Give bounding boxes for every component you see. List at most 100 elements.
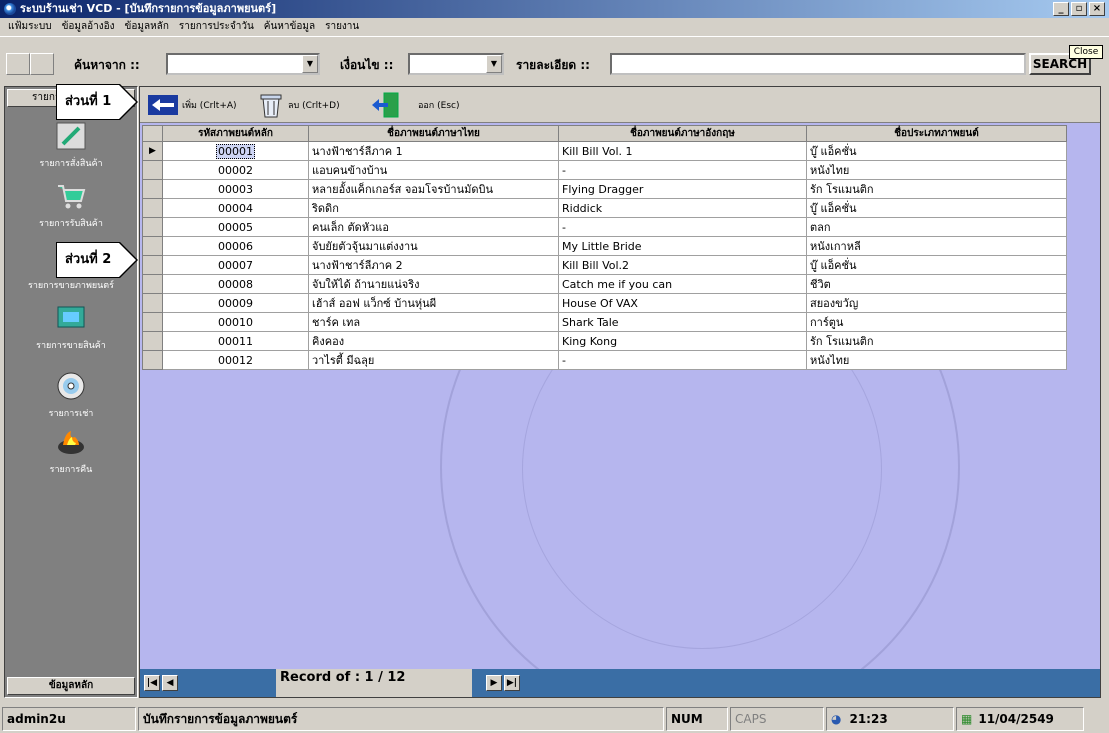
chevron-down-icon[interactable]: ▼ bbox=[302, 55, 318, 73]
row-selector[interactable] bbox=[142, 198, 163, 218]
cell-code[interactable]: 00008 bbox=[162, 274, 309, 294]
restore-button[interactable]: ▫ bbox=[1071, 2, 1087, 16]
cell-code[interactable]: 00010 bbox=[162, 312, 309, 332]
cell-eng[interactable]: Catch me if you can bbox=[558, 274, 807, 294]
menu-daily[interactable]: รายการประจำวัน bbox=[179, 18, 254, 36]
row-selector[interactable] bbox=[142, 312, 163, 332]
cell-type[interactable]: รัก โรแมนติก bbox=[806, 331, 1067, 351]
exit-button[interactable]: ออก (Esc) bbox=[370, 92, 459, 118]
cell-type[interactable]: บู๊ แอ็คชั่น bbox=[806, 198, 1067, 218]
toolbar-button-2[interactable] bbox=[30, 53, 54, 75]
row-selector[interactable] bbox=[142, 217, 163, 237]
cell-thai[interactable]: คนเล็ก ตัดหัวแอ bbox=[308, 217, 559, 237]
close-button[interactable]: × bbox=[1089, 2, 1105, 16]
add-button[interactable]: เพิ่ม (Crlt+A) bbox=[148, 93, 237, 117]
cell-thai[interactable]: นางฟ้าชาร์ลีภาค 1 bbox=[308, 141, 559, 161]
menu-search[interactable]: ค้นหาข้อมูล bbox=[264, 18, 315, 36]
cell-eng[interactable]: - bbox=[558, 217, 807, 237]
cell-code[interactable]: 00001 bbox=[216, 143, 255, 159]
cell-type[interactable]: บู๊ แอ็คชั่น bbox=[806, 255, 1067, 275]
cell-code[interactable]: 00009 bbox=[162, 293, 309, 313]
cell-thai[interactable]: ชาร์ค เทล bbox=[308, 312, 559, 332]
row-selector[interactable] bbox=[142, 236, 163, 256]
table-row[interactable]: 00005 คนเล็ก ตัดหัวแอ - ตลก bbox=[142, 217, 1067, 237]
cell-code[interactable]: 00011 bbox=[162, 331, 309, 351]
menu-reference[interactable]: ข้อมูลอ้างอิง bbox=[62, 18, 115, 36]
row-selector[interactable] bbox=[142, 179, 163, 199]
condition-select[interactable]: ▼ bbox=[408, 53, 504, 75]
row-selector[interactable] bbox=[142, 274, 163, 294]
sidebar-item-return[interactable]: รายการคืน bbox=[5, 427, 137, 476]
table-row[interactable]: 00002 แอบคนข้างบ้าน - หนังไทย bbox=[142, 160, 1067, 180]
cell-eng[interactable]: King Kong bbox=[558, 331, 807, 351]
cell-eng[interactable]: Shark Tale bbox=[558, 312, 807, 332]
cell-thai[interactable]: วาไรตี้ มีฉลุย bbox=[308, 350, 559, 370]
cell-eng[interactable]: - bbox=[558, 160, 807, 180]
cell-eng[interactable]: Flying Dragger bbox=[558, 179, 807, 199]
column-header[interactable]: ชื่อภาพยนต์ภาษาไทย bbox=[308, 125, 559, 142]
cell-eng[interactable]: My Little Bride bbox=[558, 236, 807, 256]
table-row[interactable]: 00012 วาไรตี้ มีฉลุย - หนังไทย bbox=[142, 350, 1067, 370]
table-row[interactable]: 00003 หลายอั้งแค็กเกอร์ส จอมโจรบ้านมัดบิ… bbox=[142, 179, 1067, 199]
row-selector[interactable] bbox=[142, 293, 163, 313]
detail-input[interactable] bbox=[610, 53, 1026, 75]
row-selector[interactable] bbox=[142, 160, 163, 180]
chevron-down-icon[interactable]: ▼ bbox=[486, 55, 502, 73]
cell-type[interactable]: การ์ตูน bbox=[806, 312, 1067, 332]
sidebar-item-sell-goods[interactable]: รายการขายสินค้า bbox=[5, 303, 137, 352]
sidebar-item-receive[interactable]: รายการรับสินค้า bbox=[5, 181, 137, 230]
cell-code[interactable]: 00004 bbox=[162, 198, 309, 218]
table-row[interactable]: 00011 คิงคอง King Kong รัก โรแมนติก bbox=[142, 331, 1067, 351]
column-header[interactable]: ชื่อภาพยนต์ภาษาอังกฤษ bbox=[558, 125, 807, 142]
table-row[interactable]: 00007 นางฟ้าชาร์ลีภาค 2 Kill Bill Vol.2 … bbox=[142, 255, 1067, 275]
next-record-icon[interactable]: ▶ bbox=[486, 675, 502, 691]
menu-system[interactable]: แฟ้มระบบ bbox=[8, 18, 52, 36]
table-row[interactable]: 00006 จับยัยตัวจุ้นมาแต่งงาน My Little B… bbox=[142, 236, 1067, 256]
sidebar-master-data-button[interactable]: ข้อมูลหลัก bbox=[7, 677, 135, 695]
cell-type[interactable]: ตลก bbox=[806, 217, 1067, 237]
cell-thai[interactable]: ริดดิก bbox=[308, 198, 559, 218]
toolbar-button-1[interactable] bbox=[6, 53, 30, 75]
minimize-button[interactable]: _ bbox=[1053, 2, 1069, 16]
cell-type[interactable]: หนังเกาหลี bbox=[806, 236, 1067, 256]
cell-thai[interactable]: คิงคอง bbox=[308, 331, 559, 351]
cell-thai[interactable]: แอบคนข้างบ้าน bbox=[308, 160, 559, 180]
cell-type[interactable]: หนังไทย bbox=[806, 350, 1067, 370]
cell-eng[interactable]: House Of VAX bbox=[558, 293, 807, 313]
row-selector[interactable] bbox=[142, 255, 163, 275]
cell-thai[interactable]: นางฟ้าชาร์ลีภาค 2 bbox=[308, 255, 559, 275]
cell-code[interactable]: 00005 bbox=[162, 217, 309, 237]
cell-type[interactable]: หนังไทย bbox=[806, 160, 1067, 180]
last-record-icon[interactable]: ▶| bbox=[504, 675, 520, 691]
cell-thai[interactable]: จับให้ได้ ถ้านายแน่จริง bbox=[308, 274, 559, 294]
delete-button[interactable]: ลบ (Crlt+D) bbox=[258, 93, 340, 118]
first-record-icon[interactable]: |◀ bbox=[144, 675, 160, 691]
cell-type[interactable]: สยองขวัญ bbox=[806, 293, 1067, 313]
cell-type[interactable]: รัก โรแมนติก bbox=[806, 179, 1067, 199]
column-header[interactable]: ชื่อประเภทภาพยนต์ bbox=[806, 125, 1067, 142]
sidebar-item-rent[interactable]: รายการเช่า bbox=[5, 371, 137, 420]
cell-code[interactable]: 00006 bbox=[162, 236, 309, 256]
cell-eng[interactable]: Kill Bill Vol. 1 bbox=[558, 141, 807, 161]
sidebar-item-order[interactable]: รายการสั่งสินค้า bbox=[5, 121, 137, 170]
table-row[interactable]: 00008 จับให้ได้ ถ้านายแน่จริง Catch me i… bbox=[142, 274, 1067, 294]
row-selector[interactable] bbox=[142, 331, 163, 351]
cell-eng[interactable]: Riddick bbox=[558, 198, 807, 218]
cell-type[interactable]: บู๊ แอ็คชั่น bbox=[806, 141, 1067, 161]
cell-eng[interactable]: - bbox=[558, 350, 807, 370]
cell-type[interactable]: ชีวิต bbox=[806, 274, 1067, 294]
previous-record-icon[interactable]: ◀ bbox=[162, 675, 178, 691]
current-row-indicator-icon[interactable]: ▶ bbox=[142, 141, 163, 161]
table-row[interactable]: ▶ 00001 นางฟ้าชาร์ลีภาค 1 Kill Bill Vol.… bbox=[142, 141, 1067, 161]
cell-code[interactable]: 00012 bbox=[162, 350, 309, 370]
menu-report[interactable]: รายงาน bbox=[325, 18, 359, 36]
table-row[interactable]: 00004 ริดดิก Riddick บู๊ แอ็คชั่น bbox=[142, 198, 1067, 218]
table-row[interactable]: 00010 ชาร์ค เทล Shark Tale การ์ตูน bbox=[142, 312, 1067, 332]
row-selector[interactable] bbox=[142, 350, 163, 370]
menu-master-data[interactable]: ข้อมูลหลัก bbox=[125, 18, 169, 36]
cell-thai[interactable]: หลายอั้งแค็กเกอร์ส จอมโจรบ้านมัดบิน bbox=[308, 179, 559, 199]
cell-thai[interactable]: เฮ้าส์ ออฟ แว็กซ์ บ้านหุ่นผี bbox=[308, 293, 559, 313]
cell-code[interactable]: 00003 bbox=[162, 179, 309, 199]
cell-code[interactable]: 00002 bbox=[162, 160, 309, 180]
column-header[interactable]: รหัสภาพยนต์หลัก bbox=[162, 125, 309, 142]
